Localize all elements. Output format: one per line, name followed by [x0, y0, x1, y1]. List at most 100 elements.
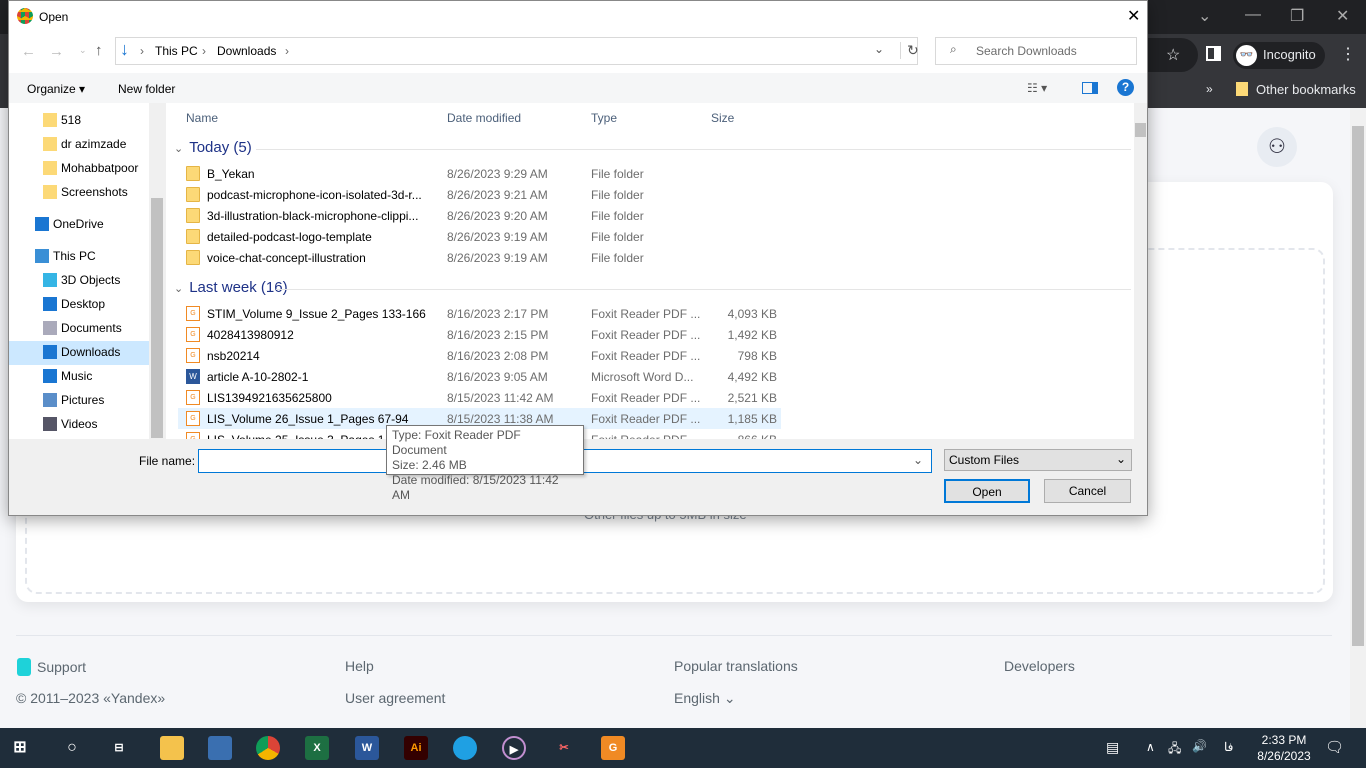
scrollbar-thumb[interactable] — [1352, 126, 1364, 646]
restore-icon[interactable]: ❐ — [1290, 6, 1304, 26]
file-row[interactable]: G LIS1394921635625800 8/15/2023 11:42 AM Fo… — [178, 387, 781, 408]
user-avatar[interactable]: ⚇ — [1257, 127, 1297, 167]
address-dropdown-icon[interactable]: ⌄ — [874, 42, 884, 56]
column-date[interactable]: Date modified — [447, 111, 521, 125]
close-window-icon[interactable]: ✕ — [1336, 6, 1349, 26]
menu-icon[interactable]: ⋮ — [1340, 44, 1356, 64]
cancel-button[interactable]: Cancel — [1044, 479, 1131, 503]
clock[interactable]: 2:33 PM 8/26/2023 — [1252, 732, 1316, 764]
news-icon[interactable]: ▤ — [1106, 739, 1119, 756]
column-name[interactable]: Name — [186, 111, 218, 125]
breadcrumb-this-pc[interactable]: This PC — [155, 44, 198, 58]
nav-item-label: Pictures — [61, 393, 105, 407]
snipping-tool-icon[interactable]: ✂ — [552, 736, 576, 760]
view-options-icon[interactable]: ☷ ▾ — [1027, 81, 1047, 95]
file-name: LIS1394921635625800 — [207, 391, 332, 405]
support-link[interactable]: Support — [17, 658, 86, 676]
file-row[interactable]: detailed-podcast-logo-template 8/26/2023 … — [178, 226, 781, 247]
omnibox[interactable]: ☆ — [1148, 38, 1198, 72]
more-bookmarks-icon[interactable]: » — [1206, 82, 1213, 96]
group-header[interactable]: ⌄ Today (5) — [174, 139, 252, 156]
media-player-icon[interactable]: ▶ — [502, 736, 526, 760]
word-icon[interactable]: W — [355, 736, 379, 760]
nav-item-screenshots[interactable]: Screenshots — [9, 181, 149, 205]
tab-search-icon[interactable]: ⌄ — [1198, 6, 1211, 26]
cube-icon — [43, 273, 57, 287]
file-row[interactable]: voice-chat-concept-illustration 8/26/2023… — [178, 247, 781, 268]
nav-item-dr-azimzade[interactable]: dr azimzade — [9, 133, 149, 157]
open-button[interactable]: Open — [944, 479, 1030, 503]
user-agreement-link[interactable]: User agreement — [345, 690, 445, 706]
nav-scrollbar[interactable] — [149, 103, 165, 439]
file-size: 866 KB — [711, 433, 777, 439]
nav-item-downloads[interactable]: Downloads — [9, 341, 149, 365]
language-select[interactable]: English ⌄ — [674, 690, 736, 707]
file-row[interactable]: podcast-microphone-icon-isolated-3d-r...… — [178, 184, 781, 205]
nav-item-videos[interactable]: Videos — [9, 413, 149, 437]
organize-button[interactable]: Organize ▾ — [27, 82, 85, 96]
file-row[interactable]: 3d-illustration-black-microphone-clippi.… — [178, 205, 781, 226]
list-scrollbar[interactable] — [1134, 103, 1147, 439]
column-type[interactable]: Type — [591, 111, 617, 125]
start-icon[interactable]: ⊞ — [8, 736, 32, 760]
forward-icon[interactable]: → — [49, 43, 64, 60]
notifications-icon[interactable]: 🗨 — [1325, 738, 1344, 756]
column-size[interactable]: Size — [711, 111, 734, 125]
developers-link[interactable]: Developers — [1004, 658, 1075, 674]
help-icon[interactable]: ? — [1117, 79, 1134, 96]
file-row[interactable]: G STIM_Volume 9_Issue 2_Pages 133-166 8/16… — [178, 303, 781, 324]
file-row[interactable]: Gnsb20214 8/16/2023 2:08 PM Foxit Reader P… — [178, 345, 781, 366]
breadcrumb-downloads[interactable]: Downloads — [217, 44, 276, 58]
nav-item-desktop[interactable]: Desktop — [9, 293, 149, 317]
nav-item-mohabbatpoor[interactable]: Mohabbatpoor — [9, 157, 149, 181]
refresh-icon[interactable]: ↻ — [900, 42, 919, 59]
list-scrollbar-thumb[interactable] — [1135, 123, 1146, 137]
volume-icon[interactable]: 🔊 — [1192, 739, 1207, 753]
address-bar[interactable]: ↓ › This PC › Downloads › ⌄ ↻ — [115, 37, 919, 65]
back-icon[interactable]: ← — [21, 43, 36, 60]
task-view-icon[interactable]: ⊟ — [107, 736, 131, 760]
chrome-taskbar-icon[interactable] — [256, 736, 280, 760]
excel-icon[interactable]: X — [305, 736, 329, 760]
remote-desktop-icon[interactable] — [208, 736, 232, 760]
nav-item-documents[interactable]: Documents — [9, 317, 149, 341]
nav-item-518[interactable]: 518 — [9, 109, 149, 133]
popular-translations-link[interactable]: Popular translations — [674, 658, 798, 674]
incognito-badge[interactable]: 👓 Incognito — [1233, 42, 1325, 69]
chevron-down-icon[interactable]: ⌄ — [913, 453, 923, 467]
star-icon[interactable]: ☆ — [1166, 45, 1180, 65]
show-hidden-icon[interactable]: ∧ — [1146, 740, 1155, 754]
input-language[interactable]: فا — [1224, 740, 1233, 754]
minimize-icon[interactable]: — — [1245, 6, 1261, 24]
nav-item-3d-objects[interactable]: 3D Objects — [9, 269, 149, 293]
illustrator-icon[interactable]: Ai — [404, 736, 428, 760]
other-bookmarks[interactable]: Other bookmarks — [1236, 82, 1356, 97]
new-folder-button[interactable]: New folder — [118, 82, 175, 96]
file-row[interactable]: Warticle A-10-2802-1 8/16/2023 9:05 AM Mic… — [178, 366, 781, 387]
file-type-select[interactable]: Custom Files ⌄ — [944, 449, 1132, 471]
preview-pane-icon[interactable] — [1082, 82, 1098, 94]
group-header[interactable]: ⌄ Last week (16) — [174, 279, 288, 296]
search-input[interactable]: ⌕ Search Downloads — [935, 37, 1137, 65]
file-row[interactable]: B_Yekan 8/26/2023 9:29 AM File folder — [178, 163, 781, 184]
page-scrollbar[interactable] — [1350, 108, 1366, 728]
recent-chevron-icon[interactable]: ⌄ — [79, 45, 87, 56]
file-explorer-icon[interactable] — [160, 736, 184, 760]
side-panel-icon[interactable] — [1206, 46, 1221, 61]
nav-item-onedrive[interactable]: OneDrive — [9, 213, 149, 237]
file-row[interactable]: G 4028413980912 8/16/2023 2:15 PM Foxit Rea… — [178, 324, 781, 345]
nav-item-pictures[interactable]: Pictures — [9, 389, 149, 413]
up-icon[interactable]: ↑ — [95, 42, 103, 59]
foxit-icon[interactable]: G — [601, 736, 625, 760]
network-icon[interactable]: 🖧 — [1168, 739, 1181, 760]
footer-divider — [16, 635, 1332, 636]
close-icon[interactable]: ✕ — [1127, 6, 1140, 26]
edge-icon[interactable] — [453, 736, 477, 760]
folder-icon — [186, 166, 200, 181]
nav-item-music[interactable]: Music — [9, 365, 149, 389]
nav-scrollbar-thumb[interactable] — [151, 198, 163, 438]
search-icon[interactable]: ○ — [60, 736, 84, 760]
file-type: File folder — [591, 230, 644, 244]
help-link[interactable]: Help — [345, 658, 374, 674]
nav-item-this-pc[interactable]: This PC — [9, 245, 149, 269]
